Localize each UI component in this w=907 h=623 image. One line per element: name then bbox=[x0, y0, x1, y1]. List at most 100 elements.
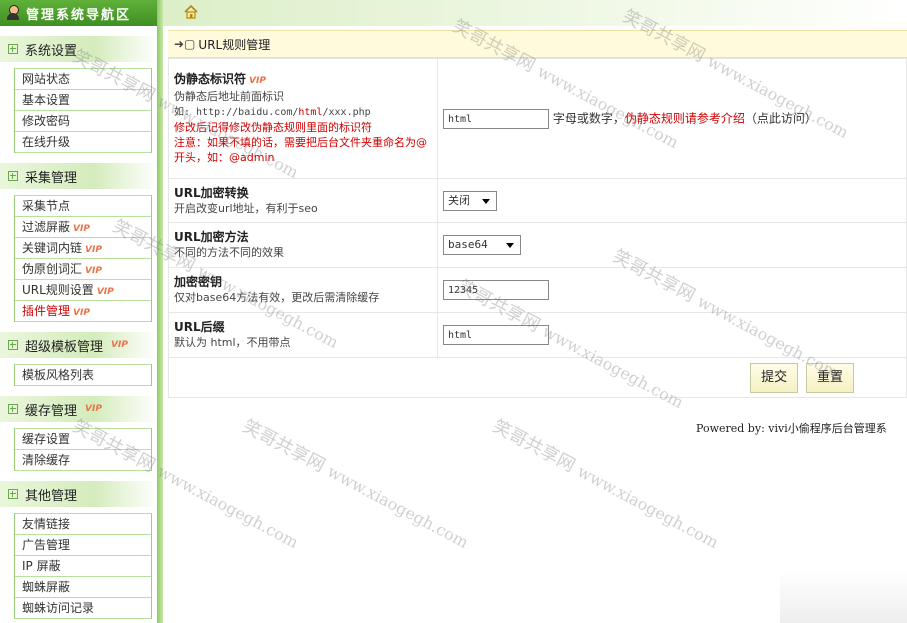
url-rules-form: 伪静态标识符 VIP 伪静态后地址前面标识 如: http://baidu.com… bbox=[168, 58, 907, 398]
sidebar-list-other: 友情链接 广告管理 IP 屏蔽 蜘蛛屏蔽 蜘蛛访问记录 bbox=[14, 513, 152, 619]
encrypt-method-select[interactable]: base64 bbox=[443, 235, 521, 255]
encrypt-key-input[interactable]: 12345 bbox=[443, 280, 549, 300]
item-label: 插件管理 bbox=[22, 304, 71, 318]
submit-button[interactable]: 提交 bbox=[750, 362, 799, 393]
panel-title: URL规则管理 bbox=[198, 37, 271, 52]
sidebar-item-change-password[interactable]: 修改密码 bbox=[15, 111, 151, 132]
sidebar-list-system: 网站状态 基本设置 修改密码 在线升级 bbox=[14, 68, 152, 153]
sidebar-item-ads[interactable]: 广告管理 bbox=[15, 535, 151, 556]
expand-icon bbox=[8, 171, 18, 181]
label-cell: URL加密转换 开启改变url地址，有利于seo bbox=[168, 178, 438, 223]
field-label: URL加密转换 bbox=[174, 185, 249, 200]
scroll-fade bbox=[780, 570, 907, 623]
group-label: 超级模板管理 bbox=[25, 339, 104, 355]
sidebar: 管理系统导航区 系统设置 网站状态 基本设置 修改密码 在线升级 采集管理 采集… bbox=[0, 0, 157, 623]
value-cell: 关闭 bbox=[437, 178, 907, 223]
vip-badge: VIP bbox=[73, 308, 90, 318]
sidebar-item-collect-nodes[interactable]: 采集节点 bbox=[15, 195, 151, 217]
sidebar-group-cache[interactable]: 缓存管理 VIP bbox=[0, 396, 157, 422]
watermark: 笑哥共享网www.xiaogegh.com bbox=[489, 412, 724, 554]
field-label: 加密密钥 bbox=[174, 275, 223, 289]
sidebar-item-clear-cache[interactable]: 清除缓存 bbox=[15, 450, 151, 471]
sidebar-item-pseudo-words[interactable]: 伪原创词汇 VIP bbox=[15, 259, 151, 280]
sidebar-item-filter[interactable]: 过滤屏蔽 VIP bbox=[15, 217, 151, 238]
select-value: base64 bbox=[448, 238, 488, 251]
group-label: 采集管理 bbox=[25, 170, 78, 186]
form-row: URL加密方法 不同的方法不同的效果 base64 bbox=[168, 222, 907, 268]
url-encrypt-select[interactable]: 关闭 bbox=[443, 190, 497, 211]
value-cell: 12345 bbox=[437, 267, 907, 313]
field-label: URL加密方法 bbox=[174, 230, 249, 244]
expand-icon bbox=[8, 340, 18, 350]
sidebar-list-collect: 采集节点 过滤屏蔽 VIP 关键词内链 VIP 伪原创词汇 VIP URL规则设置 VI… bbox=[14, 195, 152, 322]
sidebar-item-basic-settings[interactable]: 基本设置 bbox=[15, 90, 151, 111]
watermark-text: 笑哥共享网 bbox=[239, 415, 329, 477]
sidebar-list-cache: 缓存设置 清除缓存 bbox=[14, 428, 152, 471]
actions-cell: 提交 重置 bbox=[168, 357, 907, 398]
sidebar-title: 管理系统导航区 bbox=[26, 7, 132, 23]
sidebar-group-collect[interactable]: 采集管理 bbox=[0, 163, 157, 189]
label-cell: URL后缀 默认为 html，不用带点 bbox=[168, 312, 438, 358]
expand-icon bbox=[8, 489, 18, 499]
value-cell: base64 bbox=[437, 222, 907, 268]
page-arrow-icon: ➜▢ bbox=[174, 37, 196, 51]
sidebar-item-plugins[interactable]: 插件管理 VIP bbox=[15, 301, 151, 322]
expand-icon bbox=[8, 404, 18, 414]
admin-avatar-icon bbox=[6, 5, 20, 21]
vip-badge: VIP bbox=[73, 224, 90, 234]
dropdown-arrow-icon bbox=[506, 243, 514, 248]
footer-powered-by: Powered by: vivi小偷程序后台管理系 bbox=[696, 422, 887, 435]
sidebar-item-spider-log[interactable]: 蜘蛛访问记录 bbox=[15, 598, 151, 619]
sidebar-item-online-upgrade[interactable]: 在线升级 bbox=[15, 132, 151, 153]
field-desc: 开启改变url地址，有利于seo bbox=[174, 201, 318, 215]
vip-badge: VIP bbox=[249, 76, 266, 86]
example-prefix: 如: http://baidu.com/ bbox=[174, 107, 299, 118]
field-desc: 仅对base64方法有效，更改后需清除缓存 bbox=[174, 291, 380, 304]
watermark: 笑哥共享网www.xiaogegh.com bbox=[239, 412, 474, 554]
sidebar-item-site-status[interactable]: 网站状态 bbox=[15, 68, 151, 90]
url-suffix-input[interactable]: html bbox=[443, 325, 549, 345]
sidebar-item-template-list[interactable]: 模板风格列表 bbox=[15, 364, 151, 386]
vip-badge: VIP bbox=[85, 245, 102, 255]
pseudo-static-id-input[interactable]: html bbox=[443, 108, 549, 129]
main-content: ➜▢ URL规则管理 伪静态标识符 VIP 伪静态后地址前面标识 如: http:… bbox=[168, 30, 907, 398]
vip-badge: VIP bbox=[111, 340, 128, 350]
example-mark: html bbox=[298, 107, 323, 118]
item-label: 过滤屏蔽 bbox=[22, 220, 71, 234]
sidebar-item-friend-links[interactable]: 友情链接 bbox=[15, 513, 151, 535]
sidebar-header: 管理系统导航区 bbox=[0, 0, 157, 26]
item-label: URL规则设置 bbox=[22, 283, 94, 297]
sidebar-group-templates[interactable]: 超级模板管理 VIP bbox=[0, 332, 157, 358]
value-cell: html 字母或数字，伪静态规则请参考介绍（点此访问） bbox=[437, 58, 907, 179]
sidebar-item-url-rules[interactable]: URL规则设置 VIP bbox=[15, 280, 151, 301]
sidebar-item-spider-block[interactable]: 蜘蛛屏蔽 bbox=[15, 577, 151, 598]
form-row: 伪静态标识符 VIP 伪静态后地址前面标识 如: http://baidu.com… bbox=[168, 58, 907, 179]
item-label: 伪原创词汇 bbox=[22, 262, 83, 276]
watermark-url: www.xiaogegh.com bbox=[574, 461, 722, 553]
form-row: URL后缀 默认为 html，不用带点 html bbox=[168, 312, 907, 358]
reset-button[interactable]: 重置 bbox=[805, 362, 854, 393]
example-suffix: /xxx.php bbox=[322, 107, 371, 118]
watermark-url: www.xiaogegh.com bbox=[324, 461, 472, 553]
home-icon[interactable] bbox=[183, 4, 199, 20]
sidebar-item-keyword-links[interactable]: 关键词内链 VIP bbox=[15, 238, 151, 259]
visit-link[interactable]: （点此访问） bbox=[745, 111, 817, 125]
watermark-text: 笑哥共享网 bbox=[489, 415, 579, 477]
field-warning: 注意：如果不填的话，需要把后台文件夹重命名为@开头，如：@admin bbox=[174, 136, 427, 164]
form-row: URL加密转换 开启改变url地址，有利于seo 关闭 bbox=[168, 178, 907, 223]
sidebar-group-other[interactable]: 其他管理 bbox=[0, 481, 157, 507]
group-label: 缓存管理 bbox=[25, 403, 78, 419]
sidebar-item-ip-block[interactable]: IP 屏蔽 bbox=[15, 556, 151, 577]
field-label: 伪静态标识符 bbox=[174, 72, 247, 86]
expand-icon bbox=[8, 44, 18, 54]
field-desc: 不同的方法不同的效果 bbox=[174, 246, 284, 259]
select-value: 关闭 bbox=[448, 193, 470, 207]
sidebar-item-cache-settings[interactable]: 缓存设置 bbox=[15, 428, 151, 450]
sidebar-divider[interactable] bbox=[157, 0, 163, 623]
vip-badge: VIP bbox=[85, 404, 102, 414]
example-text: 如: http://baidu.com/html/xxx.php bbox=[174, 107, 371, 118]
sidebar-group-system[interactable]: 系统设置 bbox=[0, 36, 157, 62]
rules-intro-link[interactable]: 伪静态规则请参考介绍 bbox=[625, 111, 745, 125]
sidebar-list-templates: 模板风格列表 bbox=[14, 364, 152, 386]
field-hint: 字母或数字， bbox=[552, 111, 625, 125]
